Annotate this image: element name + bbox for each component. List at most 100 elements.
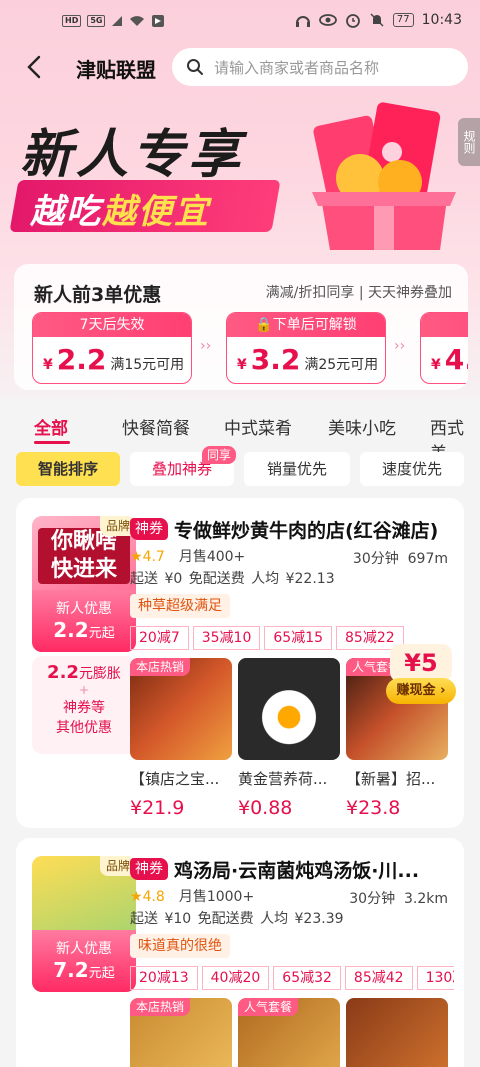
dish-name: 【新暑】招...	[346, 770, 436, 788]
dish-name: 【镇店之宝...	[130, 770, 220, 788]
search-input[interactable]: 请输入商家或者商品名称	[172, 48, 468, 86]
discount-tag: 65减15	[264, 626, 333, 650]
delivery-time: 30分钟	[349, 891, 396, 907]
hot-review-label: 种草超级满足	[130, 594, 230, 618]
dish-price: ¥23.8	[346, 797, 401, 819]
cash-amount: ¥5	[390, 644, 452, 682]
tab-snacks[interactable]: 美味小吃	[328, 414, 396, 439]
dish-item[interactable]: 人气套餐	[238, 998, 340, 1067]
sort-sales[interactable]: 销量优先	[244, 452, 350, 486]
delivery-info: 起送 ¥0 免配送费 人均 ¥22.13	[130, 571, 335, 587]
shop-name[interactable]: 鸡汤局·云南菌炖鸡汤饭·川...	[174, 856, 456, 883]
shop-meta: ★4.7 月售400+	[130, 546, 245, 566]
battery-indicator: 77	[392, 13, 414, 27]
shop-rating: 4.8	[142, 889, 165, 905]
monthly-sales: 月售1000+	[178, 889, 255, 905]
dish-tag: 人气套餐	[238, 998, 299, 1016]
delivery-time: 30分钟	[352, 551, 399, 567]
coupon-card[interactable]: 7天后失效 ¥2.2 满15元可用	[32, 312, 192, 384]
signal-icon	[112, 16, 123, 26]
banner-subheadline: 越吃越便宜	[30, 184, 210, 233]
coupon-card[interactable]: 🔒 ¥4.	[420, 312, 468, 384]
dish-image	[238, 658, 340, 760]
sort-bar: 智能排序 叠加神券 同享 销量优先 速度优先	[0, 446, 480, 496]
search-icon	[187, 59, 203, 75]
chevron-right-icon: ››	[394, 338, 406, 354]
star-icon: ★	[130, 889, 143, 905]
gift-box-illustration	[312, 102, 456, 250]
headset-icon	[295, 16, 310, 27]
shop-thumbnail[interactable]: 你瞅啥 快进来 品牌 新人优惠 2.2元起	[32, 516, 136, 652]
dish-price: ¥0.88	[238, 797, 293, 819]
chevron-right-icon: ››	[200, 338, 212, 354]
dish-tag: 本店热销	[130, 658, 191, 676]
discount-tag: 20减7	[130, 626, 189, 650]
shop-card[interactable]: 品牌 新人优惠 7.2元起 神券 鸡汤局·云南菌炖鸡汤饭·川... ★4.8 月售…	[16, 838, 464, 1067]
discount-tag: 40减20	[201, 966, 270, 990]
dish-price: ¥21.9	[130, 797, 185, 819]
dish-image: 本店热销	[130, 998, 232, 1067]
tab-chinese-dishes[interactable]: 中式菜肴	[224, 414, 292, 439]
discount-tag: 35减10	[192, 626, 261, 650]
earn-cash-button[interactable]: 赚现金 ›	[386, 678, 456, 704]
tab-fast-food[interactable]: 快餐简餐	[122, 414, 190, 439]
dish-item[interactable]: 本店热销 【镇店之宝... ¥21.9	[130, 658, 232, 819]
tab-all[interactable]: 全部	[34, 414, 68, 439]
new-user-promo-panel: 新人前3单优惠 满减/折扣同享 | 天天神券叠加 7天后失效 ¥2.2 满15元可…	[14, 264, 468, 390]
new-user-discount: 新人优惠 7.2元起	[32, 930, 136, 992]
mute-icon	[370, 13, 384, 27]
banner-sub-a: 越吃	[30, 192, 102, 232]
dish-item[interactable]	[346, 998, 448, 1067]
sort-stack-coupon[interactable]: 叠加神券 同享	[130, 446, 236, 486]
distance: 3.2km	[403, 891, 448, 907]
search-placeholder: 请输入商家或者商品名称	[214, 58, 380, 77]
clock: 10:43	[421, 12, 462, 28]
lock-icon: 🔒	[255, 317, 273, 333]
status-bar: HD 5G 77 10:43	[0, 0, 480, 40]
status-right: 77 10:43	[295, 12, 462, 28]
coupon-amount: 2.2	[56, 343, 107, 376]
shop-rating: 4.7	[142, 549, 165, 565]
extra-discount-box: 2.2元膨胀 + 神券等 其他优惠	[32, 656, 136, 754]
shop-thumbnail[interactable]: 品牌 新人优惠 7.2元起	[32, 856, 136, 992]
promo-note: 满减/折扣同享 | 天天神券叠加	[265, 285, 452, 301]
monthly-sales: 月售400+	[178, 549, 246, 565]
promo-title: 新人前3单优惠	[34, 284, 162, 306]
discount-list: 20减1340减2065减3285减42130减	[130, 966, 454, 990]
new-user-label: 新人优惠	[56, 601, 112, 617]
coupon-amount: 4.	[444, 343, 468, 376]
new-user-unit: 元起	[88, 626, 115, 641]
coupon-condition: 满25元可用	[304, 357, 379, 373]
sort-speed[interactable]: 速度优先	[360, 452, 464, 486]
back-arrow-icon[interactable]	[22, 54, 48, 80]
page-title: 津贴联盟	[76, 58, 156, 82]
hot-review-label: 味道真的很绝	[130, 934, 230, 958]
shen-coupon-badge: 神券	[130, 858, 168, 880]
discount-tag: 65减32	[273, 966, 341, 990]
delivery-time-distance: 30分钟 3.2km	[349, 888, 448, 908]
dish-item[interactable]: 黄金营养荷... ¥0.88	[238, 658, 340, 819]
discount-tag: 20减13	[130, 966, 198, 990]
app-notification-icon	[152, 15, 165, 27]
chevron-right-icon: ›	[440, 683, 446, 698]
dish-image: 人气套餐	[238, 998, 340, 1067]
banner-headline: 新人专享	[20, 125, 245, 185]
shen-coupon-badge: 神券	[130, 518, 168, 540]
category-tabs: 全部 快餐简餐 中式菜肴 美味小吃 西式美	[0, 404, 480, 464]
currency-sign: ¥	[237, 357, 247, 373]
delivery-time-distance: 30分钟 697m	[353, 548, 448, 568]
currency-sign: ¥	[431, 357, 441, 373]
earn-cash-widget[interactable]: ¥5 赚现金 ›	[386, 644, 456, 714]
active-tab-indicator	[34, 441, 70, 444]
shop-name[interactable]: 专做鲜炒黄牛肉的店(红谷滩店)	[174, 516, 456, 543]
shop-card[interactable]: 你瞅啥 快进来 品牌 新人优惠 2.2元起 2.2元膨胀 + 神券等 其他优惠 …	[16, 498, 464, 828]
dish-item[interactable]: 本店热销	[130, 998, 232, 1067]
sort-smart[interactable]: 智能排序	[16, 452, 120, 486]
discount-tag: 85减42	[344, 966, 413, 990]
shared-tag: 同享	[201, 446, 236, 464]
status-left: HD 5G	[62, 14, 165, 28]
alarm-icon	[346, 14, 360, 28]
coupon-card[interactable]: 🔒下单后可解锁 ¥3.2 满25元可用	[226, 312, 386, 384]
coupon-expiry: 7天后失效	[33, 313, 191, 337]
dish-image	[346, 998, 448, 1067]
